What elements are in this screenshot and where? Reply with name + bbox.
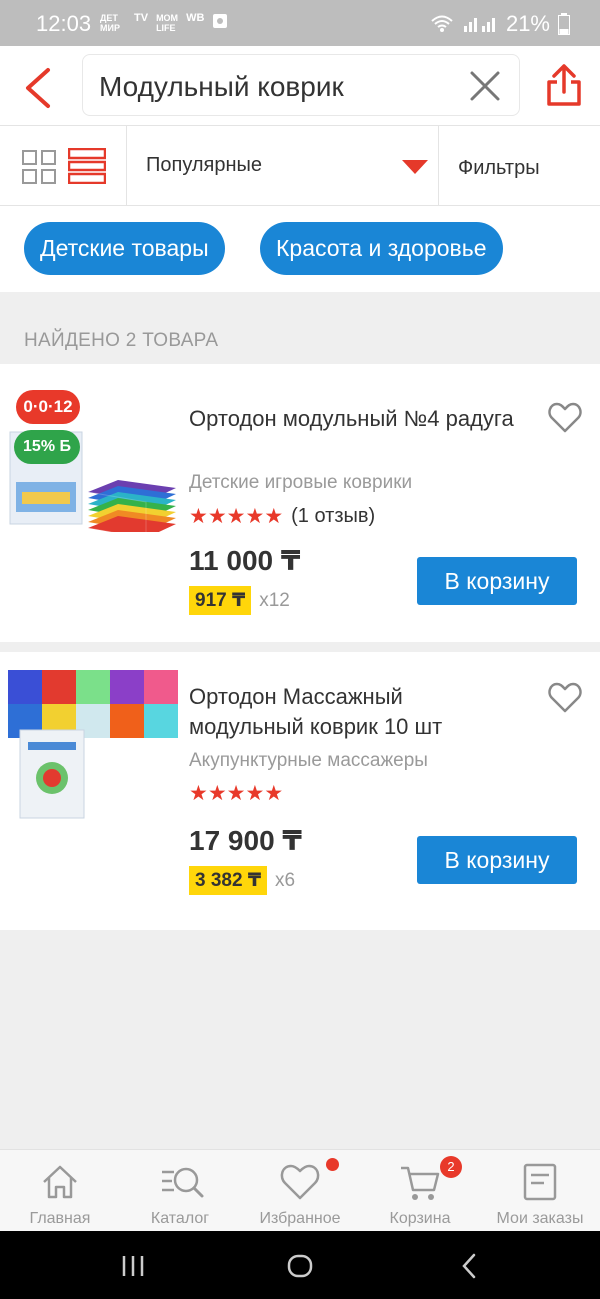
product-rating: ★ ★ ★ ★ ★: [189, 783, 283, 805]
heart-icon: [280, 1164, 320, 1200]
status-bar: 12:03 ДЕТ МИР TV MOM LIFE WB 21%: [0, 0, 600, 46]
installment-info: 917 ₸ x12: [189, 586, 290, 615]
product-category: Детские игровые коврики: [189, 472, 413, 493]
product-card[interactable]: 0·0·12 15% Б Ортодон модульный №4 радуга…: [0, 364, 600, 642]
chip-kids-goods[interactable]: Детские товары: [24, 222, 225, 275]
product-card[interactable]: Ортодон Массажный модульный коврик 10 шт…: [0, 652, 600, 930]
installment-multiplier: x12: [259, 589, 290, 611]
results-count: НАЙДЕНО 2 ТОВАРА: [24, 330, 219, 351]
bonus-badge: 15% Б: [14, 430, 80, 464]
nav-label: Главная: [29, 1210, 91, 1227]
installment-info: 3 382 ₸ x6: [189, 866, 295, 895]
bottom-navigation: Главная Каталог Избранное 2 Корзина Мои …: [0, 1149, 600, 1231]
star-icon: ★: [207, 782, 227, 805]
back-button[interactable]: [18, 66, 58, 110]
age-badge: 0·0·12: [16, 390, 80, 424]
home-button-icon[interactable]: [285, 1251, 315, 1281]
star-icon: ★: [245, 504, 265, 528]
sort-select[interactable]: Популярные: [146, 154, 262, 177]
nav-home[interactable]: Главная: [0, 1150, 120, 1232]
chip-beauty-health[interactable]: Красота и здоровье: [260, 222, 503, 275]
product-title[interactable]: Ортодон Массажный модульный коврик 10 шт: [189, 682, 519, 742]
heart-icon[interactable]: [548, 402, 582, 434]
product-image[interactable]: [8, 670, 178, 820]
momlife-notification-icon: MOM LIFE: [156, 13, 179, 33]
detmir-notification-icon: ДЕТ МИР: [100, 13, 120, 33]
product-price: 11 000 ₸: [189, 545, 301, 576]
product-price: 17 900 ₸: [189, 825, 302, 856]
star-icon: ★: [226, 504, 246, 528]
cart-icon: [401, 1166, 440, 1200]
battery-icon: [558, 13, 570, 35]
nav-cart[interactable]: 2 Корзина: [360, 1150, 480, 1232]
star-icon: ★: [264, 504, 284, 528]
back-nav-icon[interactable]: [455, 1251, 485, 1281]
recent-apps-icon[interactable]: [118, 1251, 148, 1281]
status-right: 21%: [430, 11, 570, 37]
star-icon: ★: [226, 782, 246, 805]
nav-catalog[interactable]: Каталог: [120, 1150, 240, 1232]
notification-icons: ДЕТ МИР TV MOM LIFE WB: [100, 13, 228, 33]
installment-multiplier: x6: [275, 869, 296, 891]
review-count[interactable]: (1 отзыв): [291, 505, 375, 528]
signal-icon: [463, 18, 495, 32]
share-icon[interactable]: [544, 62, 584, 108]
orders-icon: [523, 1163, 557, 1201]
system-navigation-bar: [0, 1231, 600, 1299]
grid-view-icon[interactable]: [22, 150, 56, 184]
star-icon: ★: [264, 782, 284, 805]
search-header: Модульный коврик: [0, 46, 600, 126]
tv-notification-icon: TV: [134, 12, 149, 24]
star-icon: ★: [207, 504, 227, 528]
list-view-icon[interactable]: [68, 148, 106, 184]
sort-filter-bar: Популярные Фильтры: [0, 126, 600, 206]
search-query[interactable]: Модульный коврик: [99, 71, 344, 103]
add-to-cart-button[interactable]: В корзину: [417, 557, 577, 605]
product-category: Акупунктурные массажеры: [189, 750, 428, 771]
close-icon[interactable]: [469, 70, 501, 102]
installment-price: 3 382 ₸: [189, 866, 268, 895]
cart-count-badge: 2: [440, 1156, 462, 1178]
nav-orders[interactable]: Мои заказы: [480, 1150, 600, 1232]
notification-dot: [326, 1158, 339, 1171]
nav-label: Избранное: [259, 1210, 341, 1227]
nav-label: Корзина: [389, 1210, 451, 1227]
add-to-cart-button[interactable]: В корзину: [417, 836, 577, 884]
star-icon: ★: [189, 504, 208, 528]
category-chips: Детские товары Красота и здоровье: [0, 206, 600, 292]
heart-icon[interactable]: [548, 682, 582, 714]
catalog-search-icon: [162, 1167, 204, 1198]
nav-favorites[interactable]: Избранное: [240, 1150, 360, 1232]
chevron-down-icon[interactable]: [402, 160, 428, 174]
photo-notification-icon: [213, 14, 228, 28]
battery-percent: 21%: [505, 11, 550, 36]
wifi-icon: [431, 15, 453, 32]
home-icon: [43, 1165, 77, 1199]
nav-label: Мои заказы: [496, 1210, 584, 1227]
installment-price: 917 ₸: [189, 586, 252, 615]
divider: [126, 126, 127, 206]
status-time: 12:03: [36, 11, 92, 36]
search-input[interactable]: Модульный коврик: [82, 54, 520, 116]
product-title[interactable]: Ортодон модульный №4 радуга: [189, 404, 519, 434]
nav-label: Каталог: [150, 1210, 210, 1227]
divider: [438, 126, 439, 206]
product-rating: ★ ★ ★ ★ ★ (1 отзыв): [189, 505, 375, 528]
star-icon: ★: [245, 782, 265, 805]
star-icon: ★: [189, 782, 208, 805]
wb-notification-icon: WB: [186, 12, 205, 24]
filters-button[interactable]: Фильтры: [458, 157, 540, 180]
